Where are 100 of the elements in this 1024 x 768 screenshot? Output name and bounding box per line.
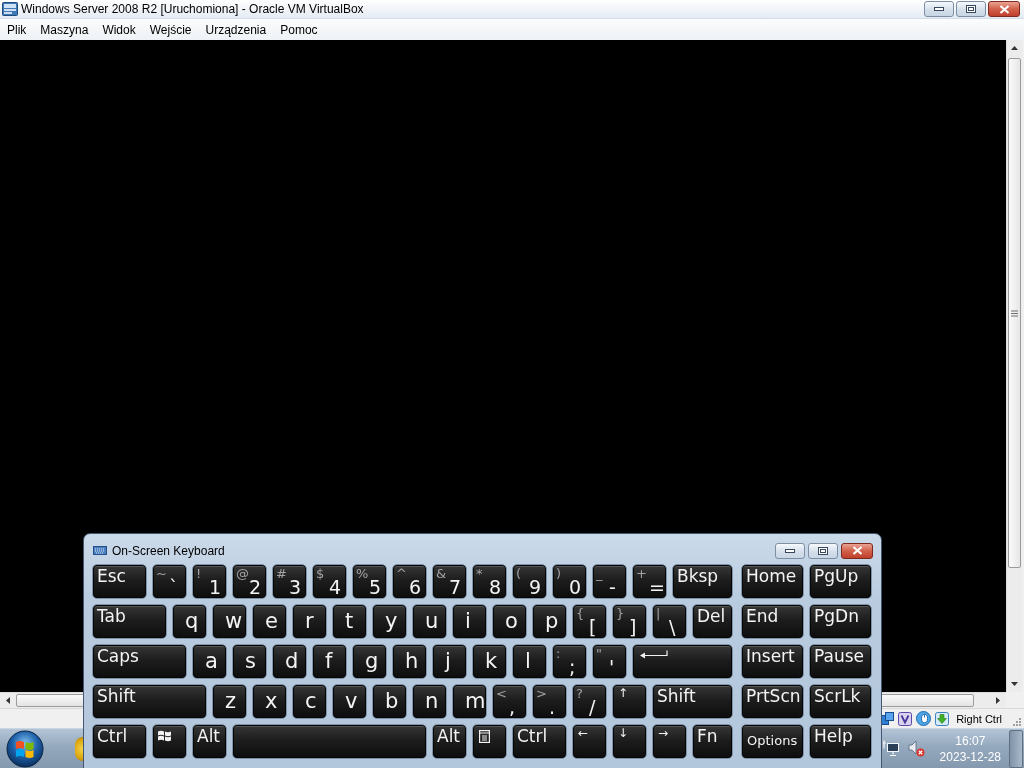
arrow-key[interactable]: ↑ xyxy=(612,684,647,719)
symbol-key[interactable]: > . xyxy=(532,684,567,719)
keyboard-key[interactable]: Home xyxy=(741,564,804,599)
symbol-key[interactable]: ? / xyxy=(572,684,607,719)
menu-item[interactable]: Wejście xyxy=(142,20,199,39)
symbol-key[interactable]: ( 9 xyxy=(512,564,547,599)
letter-key[interactable]: x xyxy=(252,684,287,719)
letter-key[interactable]: b xyxy=(372,684,407,719)
keyboard-key[interactable]: Insert xyxy=(741,644,804,679)
letter-key[interactable]: k xyxy=(472,644,507,679)
mouse-icon[interactable] xyxy=(916,711,932,726)
letter-key[interactable]: i xyxy=(452,604,487,639)
keyboard-key[interactable]: Del xyxy=(692,604,733,639)
letter-key[interactable]: a xyxy=(192,644,227,679)
scroll-right-arrow-icon[interactable] xyxy=(996,697,1000,704)
maximize-button[interactable] xyxy=(808,542,838,559)
keyboard-key[interactable]: Alt xyxy=(432,724,467,759)
symbol-key[interactable]: ) 0 xyxy=(552,564,587,599)
keyboard-key[interactable]: Bksp xyxy=(672,564,733,599)
keyboard-key[interactable]: Fn xyxy=(692,724,733,759)
letter-key[interactable]: o xyxy=(492,604,527,639)
scrollbar-thumb[interactable] xyxy=(1008,58,1021,568)
windows-key[interactable] xyxy=(152,724,187,759)
close-button[interactable] xyxy=(988,1,1020,17)
arrow-key[interactable]: ← xyxy=(572,724,607,759)
keyboard-key[interactable]: Tab xyxy=(92,604,167,639)
symbol-key[interactable]: + = xyxy=(632,564,667,599)
letter-key[interactable]: m xyxy=(452,684,487,719)
letter-key[interactable]: f xyxy=(312,644,347,679)
keyboard-key[interactable]: End xyxy=(741,604,804,639)
letter-key[interactable]: y xyxy=(372,604,407,639)
space-bar[interactable] xyxy=(232,724,427,759)
symbol-key[interactable]: " ' xyxy=(592,644,627,679)
keyboard-key[interactable]: PrtScn xyxy=(741,684,804,719)
symbol-key[interactable]: % 5 xyxy=(352,564,387,599)
menu-item[interactable]: Pomoc xyxy=(273,20,325,39)
symbol-key[interactable]: @ 2 xyxy=(232,564,267,599)
symbol-key[interactable]: ! 1 xyxy=(192,564,227,599)
vertical-scrollbar[interactable] xyxy=(1006,40,1022,692)
letter-key[interactable]: d xyxy=(272,644,307,679)
keyboard-key[interactable]: Ctrl xyxy=(512,724,567,759)
keyboard-key[interactable]: Alt xyxy=(192,724,227,759)
keyboard-key[interactable]: Help xyxy=(809,724,872,759)
scroll-down-arrow-icon[interactable] xyxy=(1011,682,1018,686)
symbol-key[interactable]: ^ 6 xyxy=(392,564,427,599)
symbol-key[interactable]: < , xyxy=(492,684,527,719)
minimize-button[interactable] xyxy=(924,1,954,17)
keyboard-key[interactable]: ScrLk xyxy=(809,684,872,719)
keyboard-key[interactable]: Caps xyxy=(92,644,187,679)
chevron-box-icon[interactable] xyxy=(898,711,913,726)
network-icon[interactable] xyxy=(882,740,899,757)
keyboard-key[interactable]: PgDn xyxy=(809,604,872,639)
enter-key[interactable] xyxy=(632,644,733,679)
letter-key[interactable]: z xyxy=(212,684,247,719)
menu-item[interactable]: Plik xyxy=(0,20,34,39)
keyboard-key[interactable]: Shift xyxy=(92,684,207,719)
scroll-up-arrow-icon[interactable] xyxy=(1011,46,1018,50)
menu-item[interactable]: Urządzenia xyxy=(198,20,274,39)
menu-key[interactable] xyxy=(472,724,507,759)
symbol-key[interactable]: # 3 xyxy=(272,564,307,599)
arrow-key[interactable]: ↓ xyxy=(612,724,647,759)
letter-key[interactable]: s xyxy=(232,644,267,679)
keyboard-key[interactable]: PgUp xyxy=(809,564,872,599)
symbol-key[interactable]: $ 4 xyxy=(312,564,347,599)
letter-key[interactable]: e xyxy=(252,604,287,639)
letter-key[interactable]: n xyxy=(412,684,447,719)
symbol-key[interactable]: & 7 xyxy=(432,564,467,599)
letter-key[interactable]: u xyxy=(412,604,447,639)
arrow-key[interactable]: → xyxy=(652,724,687,759)
letter-key[interactable]: g xyxy=(352,644,387,679)
letter-key[interactable]: h xyxy=(392,644,427,679)
maximize-button[interactable] xyxy=(956,1,986,17)
letter-key[interactable]: r xyxy=(292,604,327,639)
symbol-key[interactable]: * 8 xyxy=(472,564,507,599)
symbol-key[interactable]: | \ xyxy=(652,604,687,639)
letter-key[interactable]: c xyxy=(292,684,327,719)
symbol-key[interactable]: _ - xyxy=(592,564,627,599)
letter-key[interactable]: q xyxy=(172,604,207,639)
letter-key[interactable]: v xyxy=(332,684,367,719)
symbol-key[interactable]: ~ ` xyxy=(152,564,187,599)
minimize-button[interactable] xyxy=(775,542,805,559)
start-button[interactable] xyxy=(6,729,44,768)
keyboard-key[interactable]: Ctrl xyxy=(92,724,147,759)
symbol-key[interactable]: : ; xyxy=(552,644,587,679)
size-grip-icon[interactable] xyxy=(1012,717,1021,726)
letter-key[interactable]: t xyxy=(332,604,367,639)
options-key[interactable]: Options xyxy=(741,724,804,759)
symbol-key[interactable]: { [ xyxy=(572,604,607,639)
arrow-down-icon[interactable] xyxy=(935,711,950,726)
letter-key[interactable]: w xyxy=(212,604,247,639)
menu-item[interactable]: Widok xyxy=(95,20,143,39)
muted-speaker-icon[interactable] xyxy=(907,740,925,757)
keyboard-key[interactable]: Shift xyxy=(652,684,733,719)
letter-key[interactable]: l xyxy=(512,644,547,679)
letter-key[interactable]: p xyxy=(532,604,567,639)
show-desktop-button[interactable] xyxy=(1009,729,1023,768)
symbol-key[interactable]: } ] xyxy=(612,604,647,639)
scroll-left-arrow-icon[interactable] xyxy=(6,697,10,704)
keyboard-key[interactable]: Esc xyxy=(92,564,147,599)
menu-item[interactable]: Maszyna xyxy=(33,20,96,39)
